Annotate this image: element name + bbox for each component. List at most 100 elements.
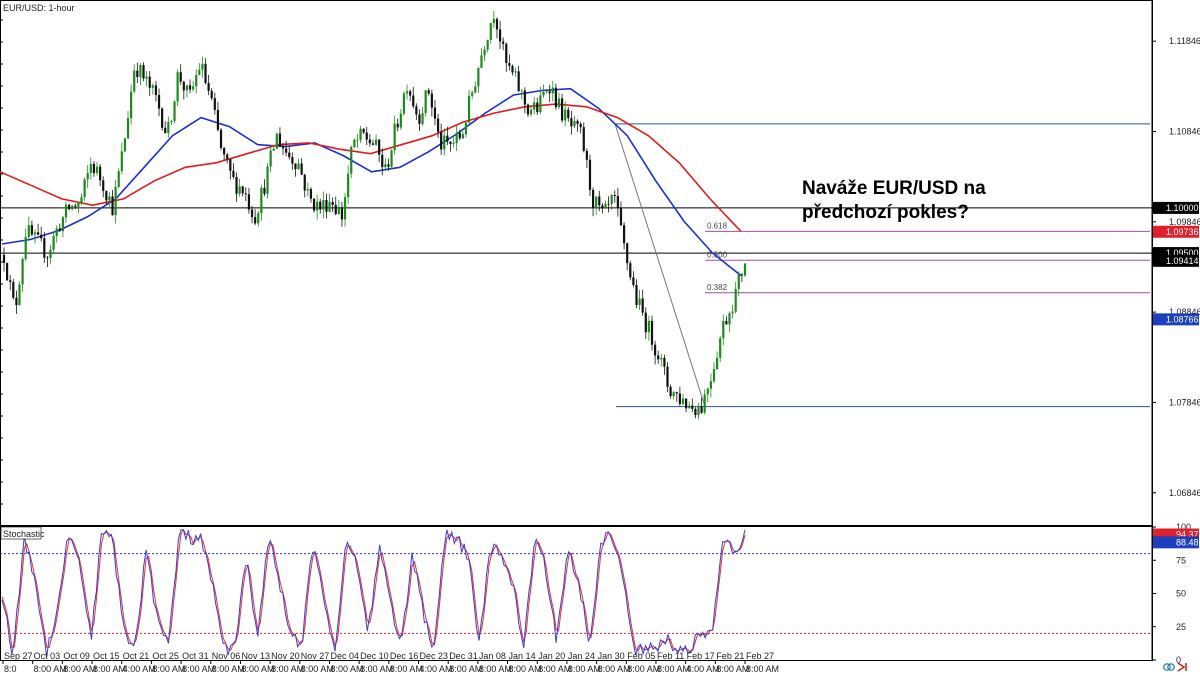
candle-body xyxy=(49,249,52,258)
fib-level-label: 0.618 xyxy=(707,221,728,230)
candle-body xyxy=(526,104,530,115)
candle-body xyxy=(213,98,216,110)
x-tick-time: 8:00 AM xyxy=(568,664,601,674)
x-tick-date: Jan 20 xyxy=(538,651,565,661)
candle-body xyxy=(238,186,241,194)
candle-body xyxy=(161,108,164,128)
candle-body xyxy=(58,228,61,232)
candle-body xyxy=(176,72,179,102)
price-tag-text: 1.09414 xyxy=(1166,256,1199,266)
candle-body xyxy=(430,93,433,108)
candle-body xyxy=(471,92,474,96)
y-tick-label: 1.06846 xyxy=(1169,488,1200,498)
candle-body xyxy=(663,357,666,367)
x-tick-time: 8:00 AM xyxy=(716,664,749,674)
x-tick-time: 8:0 xyxy=(4,664,17,674)
x-tick-date: Oct 21 xyxy=(123,651,150,661)
x-tick-date: Nov 13 xyxy=(241,651,270,661)
candle-body xyxy=(737,274,740,289)
candle-body xyxy=(560,98,564,121)
candle-body xyxy=(601,205,604,209)
candle-body xyxy=(195,75,198,87)
candle-body xyxy=(722,321,725,339)
x-tick-date: Dec 10 xyxy=(360,651,389,661)
candle-body xyxy=(297,163,300,170)
candle-body xyxy=(595,196,598,208)
candle-body xyxy=(644,312,647,333)
candle-body xyxy=(179,72,182,82)
candle-body xyxy=(474,86,477,93)
candle-body xyxy=(436,118,440,132)
x-tick-time: 8:00 AM xyxy=(657,664,690,674)
candle-body xyxy=(678,393,681,404)
chart-title: EUR/USD: 1-hour xyxy=(3,3,75,13)
x-tick-date: Jan 14 xyxy=(509,651,536,661)
x-tick-time: 8:00 AM xyxy=(538,664,571,674)
stoch-y-tick-label: 25 xyxy=(1176,622,1186,632)
candle-body xyxy=(585,150,588,160)
x-tick-time: 8:00 AM xyxy=(93,664,126,674)
candle-body xyxy=(688,405,691,409)
candle-body xyxy=(350,146,353,174)
candle-body xyxy=(12,281,15,298)
x-tick-date: Dec 04 xyxy=(330,651,359,661)
candle-body xyxy=(95,166,99,174)
x-tick-time: 8:00 AM xyxy=(34,664,67,674)
candle-body xyxy=(712,369,716,382)
candle-body xyxy=(433,107,437,119)
candle-body xyxy=(660,357,663,360)
candle-body xyxy=(619,208,623,226)
candle-body xyxy=(337,208,340,215)
stochastic-title: Stochastic xyxy=(3,529,45,539)
candle-body xyxy=(257,213,260,224)
candle-body xyxy=(508,62,511,66)
candle-body xyxy=(260,187,263,214)
candle-body xyxy=(542,91,545,96)
candle-body xyxy=(626,243,629,264)
candle-body xyxy=(449,141,452,145)
x-tick-time: 8:00 AM xyxy=(627,664,660,674)
candle-body xyxy=(378,139,381,155)
x-tick-time: 8:00 AM xyxy=(509,664,542,674)
candle-body xyxy=(523,90,526,105)
candle-body xyxy=(505,43,508,63)
candle-body xyxy=(61,217,65,232)
x-tick-date: Dec 16 xyxy=(390,651,419,661)
candle-body xyxy=(86,172,89,180)
candle-body xyxy=(226,154,229,160)
candle-body xyxy=(613,194,616,196)
candle-body xyxy=(64,204,68,218)
candle-body xyxy=(495,19,499,30)
candle-body xyxy=(43,238,46,258)
candle-body xyxy=(71,205,74,210)
candle-body xyxy=(232,170,235,177)
candle-body xyxy=(728,313,731,325)
price-tag-text: 1.08766 xyxy=(1166,314,1199,324)
candle-body xyxy=(390,150,393,167)
candle-body xyxy=(418,114,421,124)
candle-body xyxy=(2,254,6,263)
candle-body xyxy=(715,357,719,370)
candle-body xyxy=(536,102,539,113)
candle-body xyxy=(374,139,378,145)
candle-body xyxy=(83,179,86,198)
candle-body xyxy=(322,200,325,210)
candle-body xyxy=(167,121,170,133)
candle-body xyxy=(464,122,468,135)
candle-body xyxy=(266,166,269,194)
candle-body xyxy=(632,277,635,285)
candle-body xyxy=(458,132,461,139)
x-tick-time: 8:00 AM xyxy=(390,664,423,674)
candle-body xyxy=(691,405,694,409)
stoch-y-tick-label: 50 xyxy=(1176,589,1186,599)
candle-body xyxy=(27,225,30,237)
candle-body xyxy=(68,204,71,210)
candle-body xyxy=(356,139,359,141)
candle-body xyxy=(421,113,424,124)
candle-body xyxy=(6,262,9,281)
candle-body xyxy=(288,152,291,158)
candle-body xyxy=(725,321,728,325)
candle-body xyxy=(694,408,697,416)
candle-body xyxy=(157,95,161,109)
candle-body xyxy=(604,203,607,209)
